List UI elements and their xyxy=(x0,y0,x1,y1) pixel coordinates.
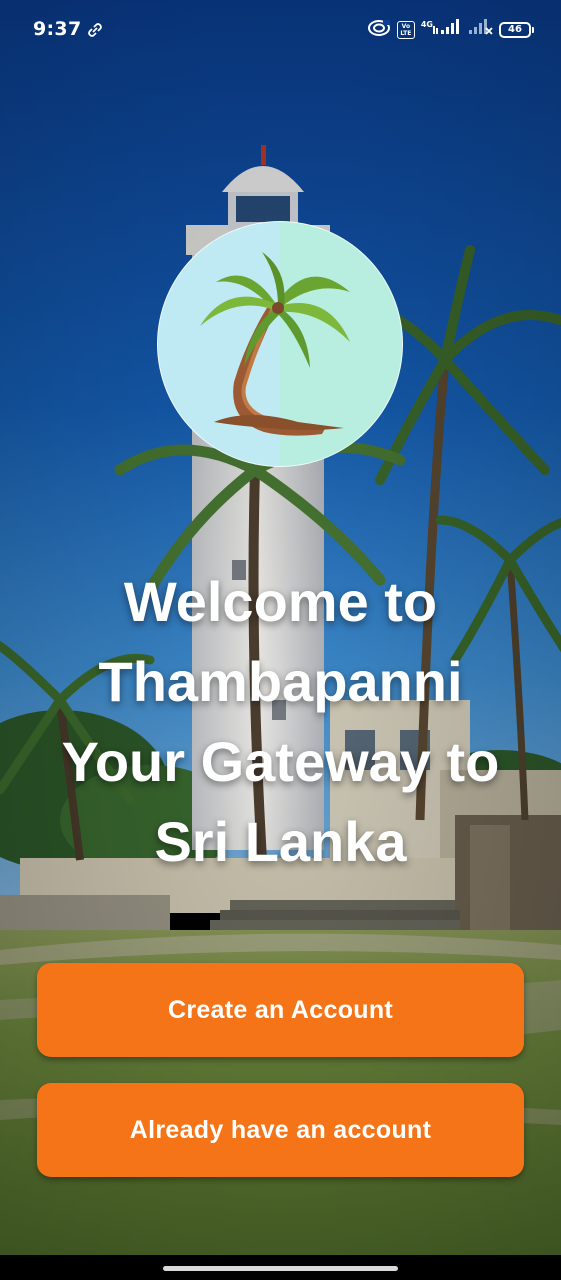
home-indicator[interactable] xyxy=(163,1266,398,1271)
welcome-screen: 9:37 Vo LTE 4G 46 Welcome to Thambapanni… xyxy=(0,0,561,1280)
create-account-button[interactable]: Create an Account xyxy=(37,963,524,1057)
welcome-headline: Welcome to Thambapanni Your Gateway to S… xyxy=(0,562,561,882)
create-account-label: Create an Account xyxy=(167,995,394,1024)
welcome-line: Your Gateway to xyxy=(61,730,500,793)
navigation-bar xyxy=(0,1255,561,1280)
volte-top-label: Vo xyxy=(401,23,411,30)
status-time: 9:37 xyxy=(33,18,82,40)
network-type: 4G xyxy=(420,19,433,29)
volte-icon: Vo LTE xyxy=(396,21,415,39)
status-bar: 9:37 Vo LTE 4G 46 xyxy=(0,0,561,62)
battery-icon: 46 xyxy=(499,22,534,38)
palm-tree-icon xyxy=(200,252,350,436)
app-logo xyxy=(157,221,403,467)
hotspot-icon xyxy=(367,18,391,43)
welcome-line: Welcome to xyxy=(123,570,438,633)
welcome-line: Thambapanni xyxy=(98,650,463,713)
signal-off-icon xyxy=(467,18,493,43)
welcome-line: Sri Lanka xyxy=(154,810,407,873)
signal-icon xyxy=(433,18,461,43)
volte-bottom-label: LTE xyxy=(400,30,412,37)
already-have-account-button[interactable]: Already have an account xyxy=(37,1083,524,1177)
status-icons: Vo LTE 4G 46 xyxy=(367,18,534,43)
link-icon xyxy=(87,23,103,42)
already-have-account-label: Already have an account xyxy=(129,1115,432,1144)
